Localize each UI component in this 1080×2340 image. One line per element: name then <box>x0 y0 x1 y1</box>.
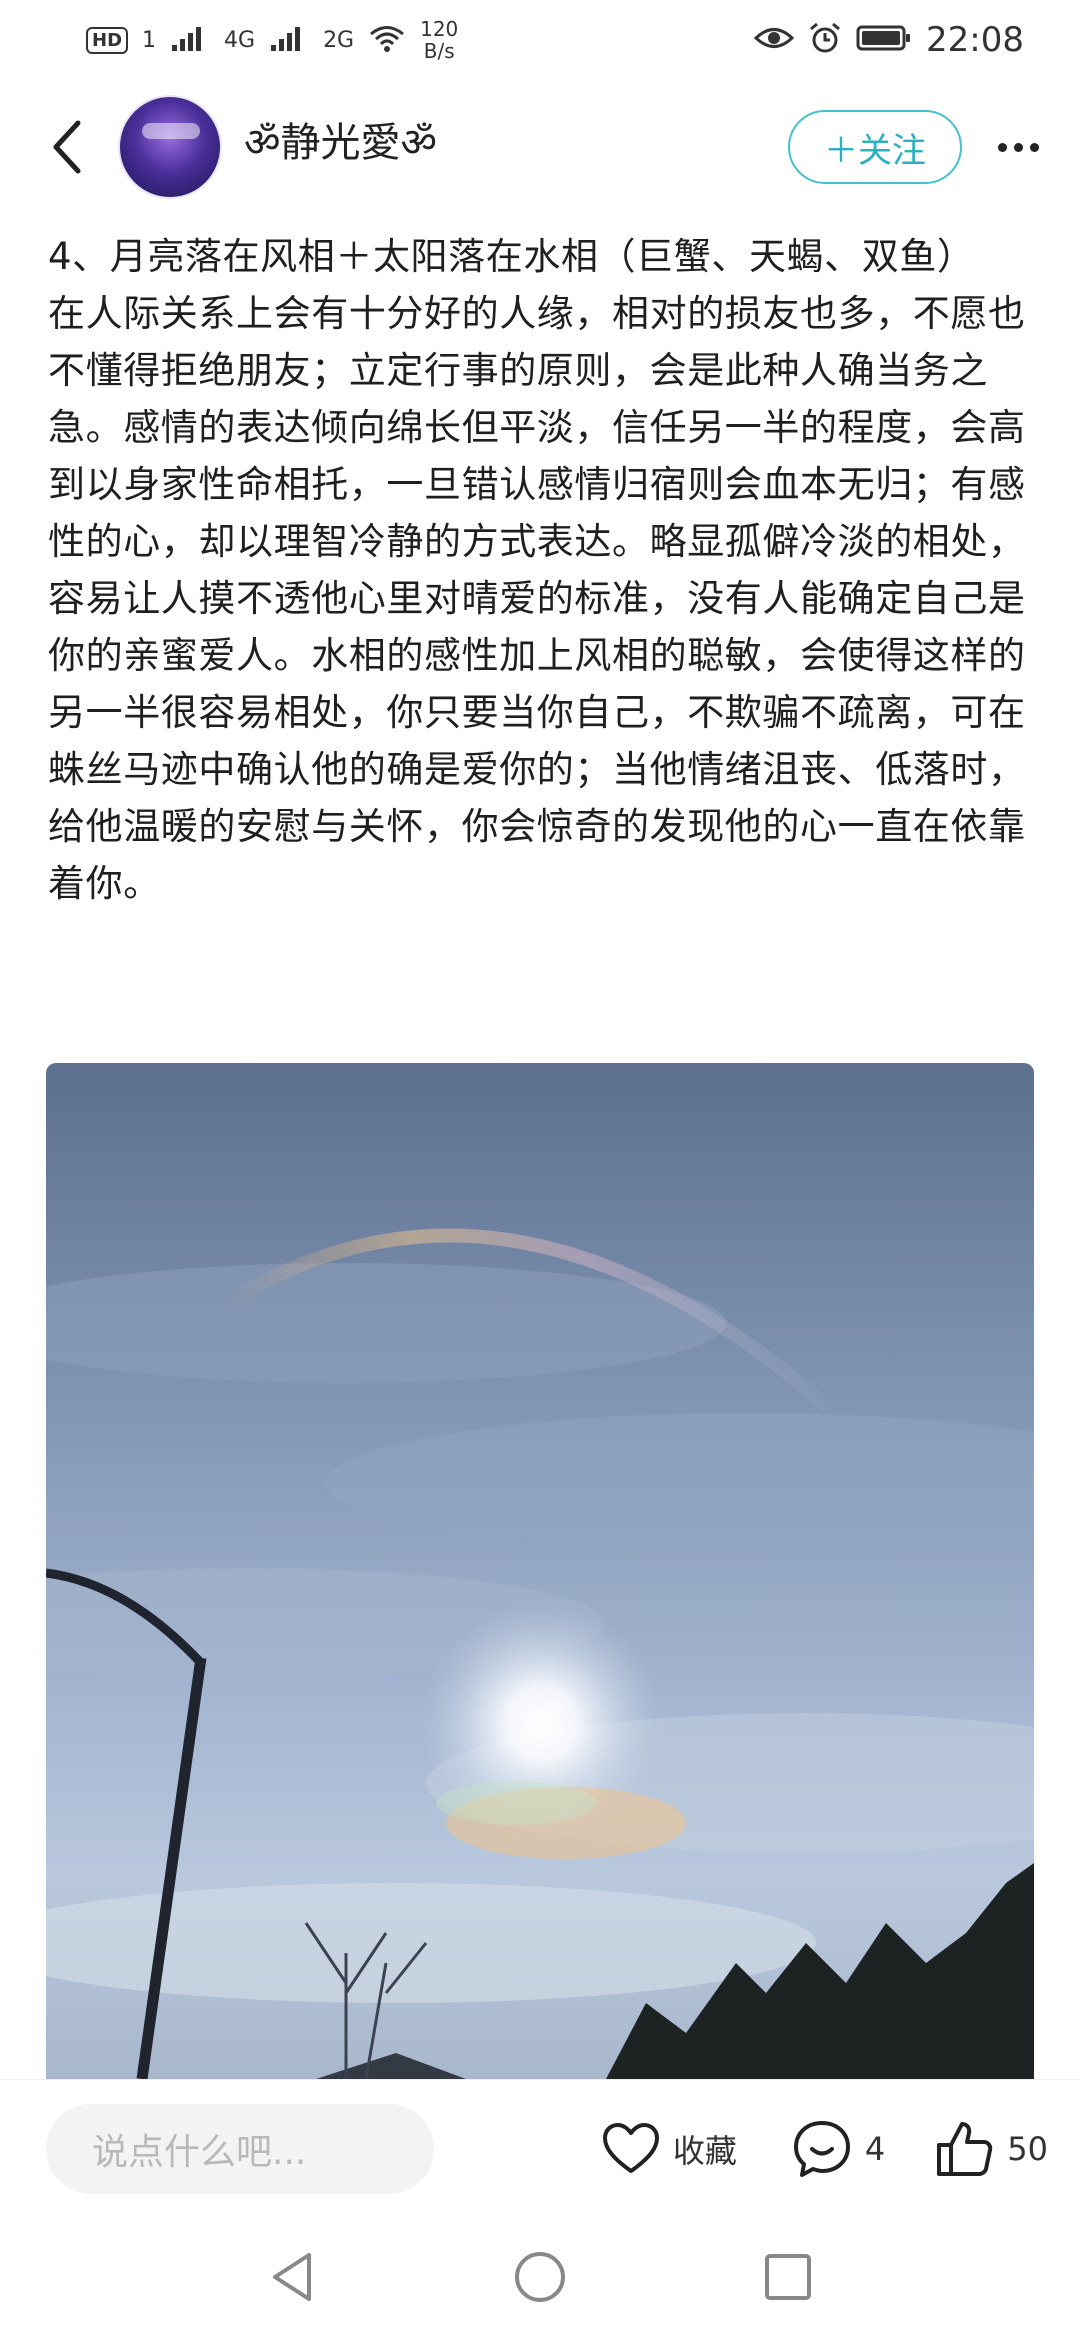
action-group: 收藏 4 50 <box>601 2118 1048 2180</box>
nav-recents-button[interactable] <box>763 2252 813 2306</box>
speed-unit: B/s <box>423 39 455 63</box>
avatar[interactable] <box>118 95 222 199</box>
post-header: ॐ静光愛ॐ ＋关注 <box>0 92 1080 202</box>
like-button[interactable]: 50 <box>933 2118 1048 2180</box>
comment-input[interactable]: 说点什么吧... <box>46 2103 434 2194</box>
battery-icon <box>856 23 912 57</box>
heart-icon <box>602 2122 659 2173</box>
eye-icon <box>753 23 795 57</box>
dot-icon <box>1013 142 1023 152</box>
back-button[interactable] <box>32 111 104 183</box>
hd-indicator: HD <box>86 26 129 54</box>
username[interactable]: ॐ静光愛ॐ <box>244 110 788 168</box>
back-arrow-icon <box>53 120 81 174</box>
favorite-label: 收藏 <box>672 2131 737 2170</box>
clock: 22:08 <box>926 20 1024 60</box>
post-content: 4、月亮落在风相＋太阳落在水相（巨蟹、天蝎、双鱼） 在人际关系上会有十分好的人缘… <box>48 228 1032 912</box>
nav-home-button[interactable] <box>513 2250 567 2308</box>
like-count: 50 <box>1007 2129 1048 2168</box>
network-type-2: 2G <box>323 27 355 53</box>
speed-value: 120 <box>420 17 459 41</box>
dot-icon <box>1029 142 1039 152</box>
sky-halo-photo <box>46 1228 1034 2079</box>
network-type-1: 4G <box>224 27 256 53</box>
network-speed: 120 B/s <box>420 18 458 62</box>
bottom-action-bar: 说点什么吧... 收藏 4 50 <box>0 2079 1080 2217</box>
nav-back-button[interactable] <box>267 2250 317 2308</box>
alarm-icon <box>808 21 842 59</box>
signal-icon <box>269 23 309 57</box>
follow-button[interactable]: ＋关注 <box>788 110 962 184</box>
signal-icon <box>170 23 210 57</box>
wifi-icon <box>368 23 406 57</box>
system-nav-bar <box>0 2217 1080 2340</box>
more-options-button[interactable] <box>988 117 1048 177</box>
post-body: 在人际关系上会有十分好的人缘，相对的损友也多，不愿也不懂得拒绝朋友；立定行事的原… <box>48 292 1026 905</box>
circle-home-icon <box>515 2251 565 2302</box>
post-image[interactable] <box>46 1063 1034 2079</box>
sim-slot: 1 <box>142 27 157 53</box>
comment-count: 4 <box>864 2129 886 2168</box>
status-bar: HD 1 4G 2G 120 B/s 22:08 <box>0 0 1080 80</box>
dot-icon <box>997 142 1007 152</box>
status-left: HD 1 4G 2G 120 B/s <box>86 18 458 62</box>
status-right: 22:08 <box>753 20 1024 60</box>
thumbs-up-icon <box>937 2121 993 2176</box>
post-heading: 4、月亮落在风相＋太阳落在水相（巨蟹、天蝎、双鱼） <box>48 235 975 278</box>
triangle-back-icon <box>273 2252 311 2301</box>
comment-button[interactable]: 4 <box>791 2118 885 2180</box>
comment-bubble-icon <box>793 2120 850 2177</box>
favorite-button[interactable]: 收藏 <box>601 2121 737 2177</box>
square-recents-icon <box>765 2253 811 2300</box>
